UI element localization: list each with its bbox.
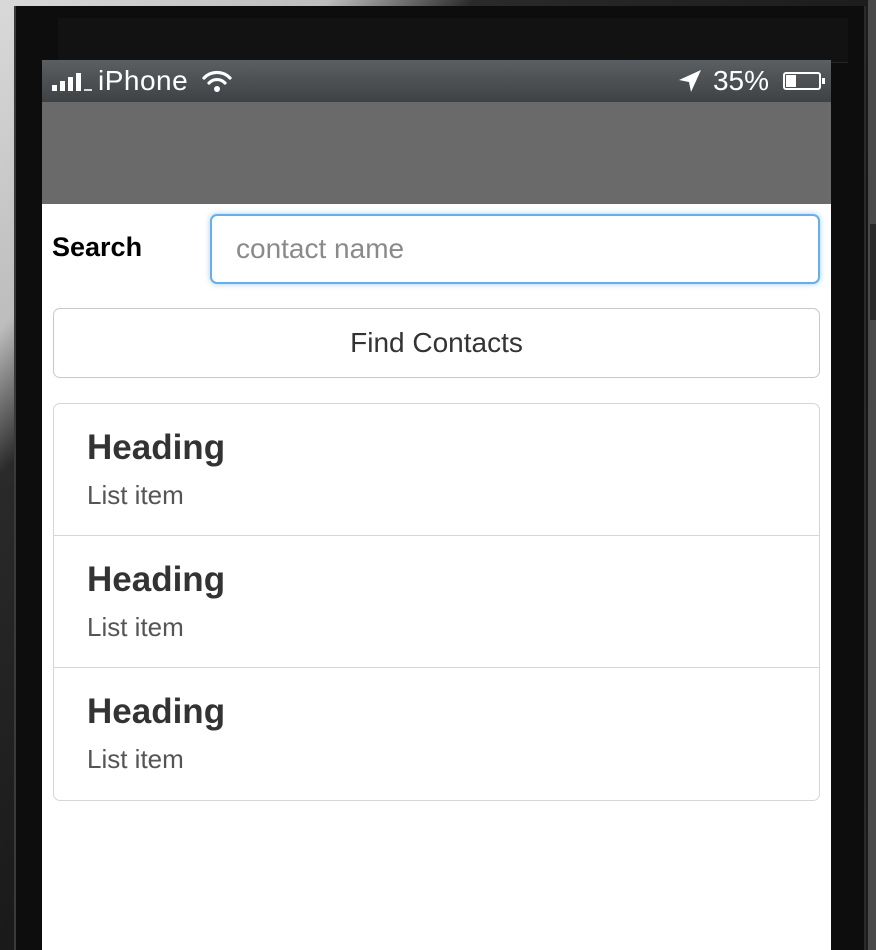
- list-item-text: List item: [87, 480, 184, 510]
- search-row: Search: [42, 214, 831, 284]
- battery-fill: [786, 75, 796, 87]
- find-contacts-button[interactable]: Find Contacts: [53, 308, 820, 378]
- nav-header-bar: [42, 102, 831, 204]
- battery-nub: [822, 78, 825, 84]
- search-input[interactable]: [210, 214, 820, 284]
- phone-screen: iPhone 35% Search Find Conta: [42, 60, 831, 950]
- location-arrow-icon: [678, 70, 701, 92]
- list-item-heading: Heading: [87, 428, 226, 467]
- desktop-background: iPhone 35% Search Find Conta: [0, 0, 876, 950]
- status-right-group: 35%: [677, 65, 825, 97]
- list-item-text: List item: [87, 744, 184, 774]
- list-item[interactable]: Heading List item: [54, 404, 819, 536]
- list-item-text: List item: [87, 612, 184, 642]
- wifi-icon: [202, 70, 232, 92]
- battery-icon: [783, 72, 825, 90]
- list-item[interactable]: Heading List item: [54, 668, 819, 800]
- phone-top-bezel: [58, 18, 848, 63]
- window-scrollbar[interactable]: [868, 0, 876, 950]
- list-item-heading: Heading: [87, 560, 226, 599]
- signal-icon: [52, 71, 92, 91]
- list-item-heading: Heading: [87, 692, 226, 731]
- list-item[interactable]: Heading List item: [54, 536, 819, 668]
- window-scrollbar-thumb[interactable]: [870, 224, 876, 320]
- status-bar: iPhone 35%: [42, 60, 831, 102]
- search-label: Search: [52, 232, 143, 262]
- carrier-label: iPhone: [98, 65, 189, 96]
- battery-percent: 35%: [712, 65, 769, 96]
- contacts-list: Heading List item Heading List item Head…: [53, 403, 820, 801]
